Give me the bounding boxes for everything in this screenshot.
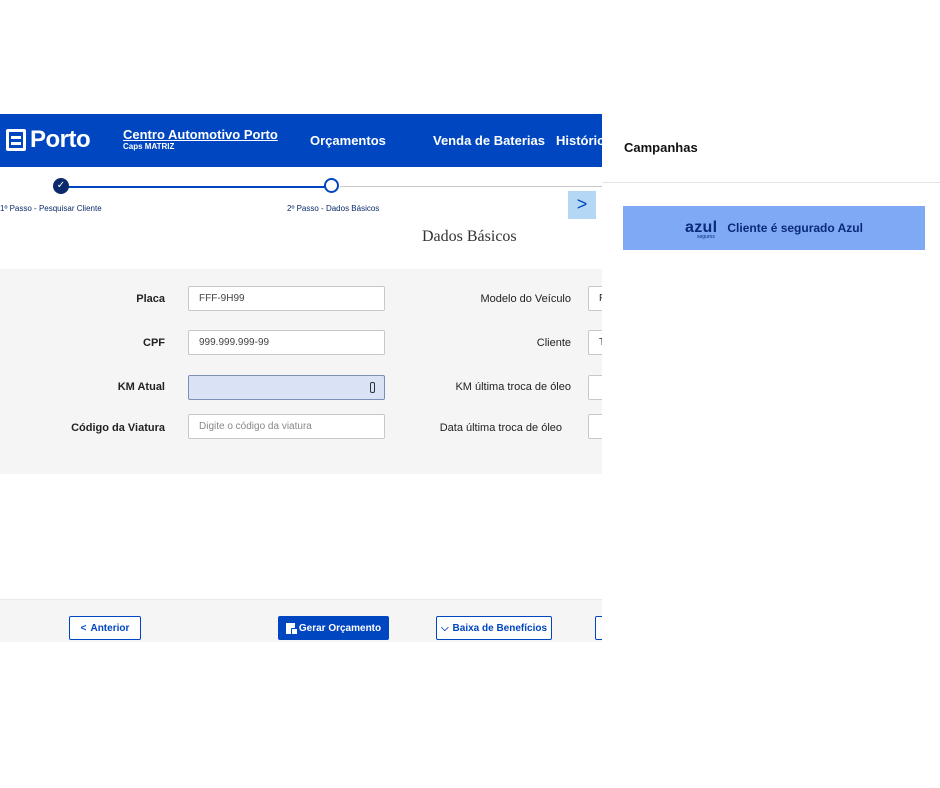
stepper-next-button[interactable]: >: [568, 191, 596, 219]
azul-campaign-banner[interactable]: azul seguros Cliente é segurado Azul: [623, 206, 925, 250]
main-panel: Porto Centro Automotivo Porto Caps MATRI…: [0, 0, 602, 788]
km-ultima-troca-label: KM última troca de óleo: [455, 381, 571, 393]
baixa-beneficios-button[interactable]: ⌵ Baixa de Benefícios: [436, 616, 552, 640]
placa-input[interactable]: FFF-9H99: [188, 286, 385, 311]
cpf-input[interactable]: 999.999.999-99: [188, 330, 385, 355]
anterior-label: Anterior: [90, 622, 130, 634]
company-selector[interactable]: Centro Automotivo Porto Caps MATRIZ: [123, 128, 278, 151]
logo-text: Porto: [30, 126, 91, 153]
basic-data-form: Placa FFF-9H99 CPF 999.999.999-99 KM Atu…: [0, 269, 602, 474]
codigo-viatura-input[interactable]: Digite o código da viatura: [188, 414, 385, 439]
nav-orcamentos[interactable]: Orçamentos: [310, 133, 386, 148]
data-ultima-troca-input[interactable]: [588, 414, 602, 439]
codigo-viatura-label: Código da Viatura: [71, 422, 165, 434]
porto-logo-icon: [6, 129, 26, 151]
gerar-orcamento-label: Gerar Orçamento: [298, 622, 382, 634]
modelo-veiculo-input[interactable]: F: [588, 286, 602, 311]
step-1-label: 1º Passo - Pesquisar Cliente: [0, 204, 102, 213]
step-current-indicator[interactable]: [324, 178, 339, 193]
cliente-label: Cliente: [536, 337, 571, 349]
campaigns-title: Campanhas: [624, 140, 698, 155]
section-title: Dados Básicos: [422, 228, 517, 245]
chevron-down-icon: ⌵: [440, 622, 449, 634]
action-bar: < Anterior Gerar Orçamento ⌵ Baixa de Be…: [0, 599, 602, 642]
modelo-veiculo-label: Modelo do Veículo: [480, 293, 571, 305]
campaigns-divider: [602, 182, 940, 183]
azul-campaign-text: Cliente é segurado Azul: [727, 221, 863, 235]
step-2-label: 2º Passo - Dados Básicos: [287, 204, 380, 213]
nav-venda-baterias[interactable]: Venda de Baterias: [433, 133, 545, 148]
top-navigation-bar: Porto Centro Automotivo Porto Caps MATRI…: [0, 114, 602, 167]
wizard-stepper: ✓ 1º Passo - Pesquisar Cliente 2º Passo …: [0, 175, 602, 219]
company-name: Centro Automotivo Porto: [123, 127, 278, 142]
number-spinner-icon[interactable]: [370, 382, 375, 393]
cliente-input[interactable]: T: [588, 330, 602, 355]
company-unit: Caps MATRIZ: [123, 142, 175, 151]
azul-seguros-logo: azul seguros: [685, 220, 717, 240]
chevron-right-icon: >: [576, 194, 588, 214]
data-ultima-troca-label: Data última troca de óleo: [439, 422, 562, 434]
km-ultima-troca-input[interactable]: [588, 375, 602, 400]
cpf-label: CPF: [143, 337, 165, 349]
more-actions-button[interactable]: [595, 616, 602, 640]
porto-logo[interactable]: Porto: [6, 124, 91, 156]
km-atual-input[interactable]: [188, 375, 385, 400]
baixa-beneficios-label: Baixa de Benefícios: [452, 622, 548, 634]
anterior-button[interactable]: < Anterior: [69, 616, 141, 640]
gerar-orcamento-button[interactable]: Gerar Orçamento: [278, 616, 389, 640]
nav-historico[interactable]: Históric: [556, 133, 602, 148]
placa-label: Placa: [136, 293, 165, 305]
document-icon: [285, 622, 298, 635]
km-atual-label: KM Atual: [117, 381, 165, 393]
stepper-progress-line: [62, 186, 332, 188]
chevron-left-icon: <: [80, 622, 87, 634]
step-completed-check-icon[interactable]: ✓: [53, 178, 69, 194]
campaigns-panel: Campanhas azul seguros Cliente é segurad…: [602, 0, 940, 788]
azul-brand-sub: seguros: [697, 234, 715, 240]
stepper-pending-line: [340, 186, 602, 187]
